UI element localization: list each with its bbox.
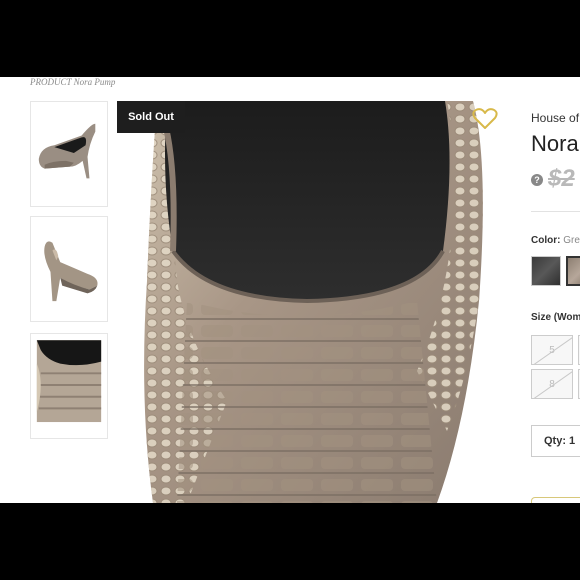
product-title: Nora: [531, 131, 579, 156]
original-price: $2: [548, 165, 575, 192]
thumbnail-image-2: [44, 241, 98, 302]
sold-out-badge: Sold Out: [117, 101, 185, 133]
quantity-select[interactable]: Qty: 1: [531, 425, 580, 457]
product-page: PRODUCT Nora Pump Sold Out House of Nora…: [0, 77, 580, 503]
thumbnail-image-3: [36, 340, 102, 423]
add-to-bag-button[interactable]: [531, 497, 580, 503]
color-label: Color: Gre: [531, 235, 580, 246]
brand-name[interactable]: House of: [531, 111, 579, 125]
color-label-text: Color:: [531, 235, 561, 246]
question-circle-icon[interactable]: ?: [531, 174, 543, 186]
size-option-5[interactable]: 5: [531, 335, 573, 365]
breadcrumb: PRODUCT Nora Pump: [30, 77, 116, 87]
snakeskin-pump-closeup: [144, 101, 483, 503]
color-swatch-black[interactable]: [531, 256, 561, 286]
color-swatch-grey-selected[interactable]: [566, 256, 580, 286]
product-info-panel: House of Nora ? $2 Color: Gre Size (Wom …: [531, 77, 580, 503]
thumbnail-back-view[interactable]: [30, 216, 108, 322]
color-value: Gre: [563, 235, 580, 246]
main-product-image[interactable]: [117, 101, 513, 503]
divider: [531, 211, 580, 212]
size-option-8[interactable]: 8: [531, 369, 573, 399]
heart-icon[interactable]: [472, 107, 498, 131]
thumbnail-image-1: [38, 123, 96, 179]
thumbnail-closeup-view[interactable]: [30, 333, 108, 439]
thumbnail-side-view[interactable]: [30, 101, 108, 207]
size-label: Size (Wom: [531, 312, 580, 323]
